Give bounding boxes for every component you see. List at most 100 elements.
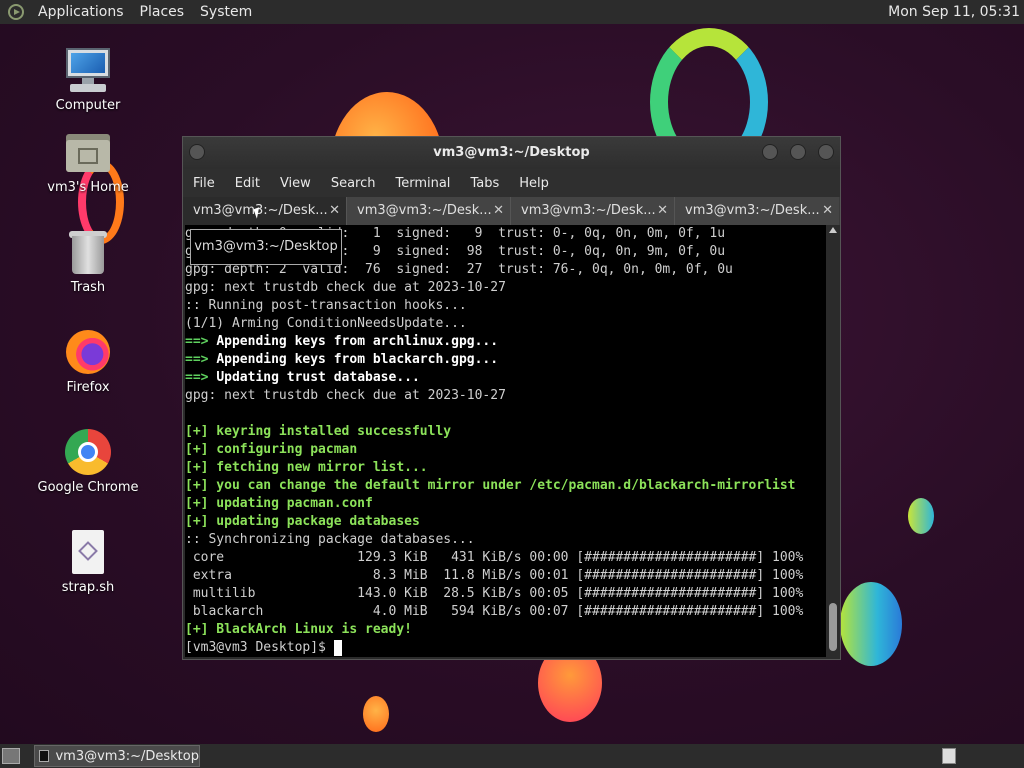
window-menu-button[interactable] [189,144,205,160]
line-text: [+] configuring pacman [185,442,358,457]
terminal-scrollbar[interactable] [826,225,840,657]
terminal-tab-1[interactable]: vm3@vm3:~/Desk... ✕ [183,197,347,225]
line-text: [+] fetching new mirror list... [185,460,428,475]
line-text: [+] updating pacman.conf [185,496,373,511]
terminal-line: [vm3@vm3 Desktop]$ [185,639,826,657]
wallpaper-small-blob [363,696,389,732]
line-text: Updating trust database... [216,370,420,385]
workspace-switcher[interactable] [942,748,956,764]
trash-icon [64,228,112,276]
desktop-icon-trash[interactable]: Trash [33,228,143,295]
line-text: [+] keyring installed successfully [185,424,452,439]
menu-applications[interactable]: Applications [30,0,132,24]
top-panel: Applications Places System Mon Sep 11, 0… [0,0,1024,24]
desktop-icon-strap[interactable]: strap.sh [33,528,143,595]
menu-search[interactable]: Search [321,176,386,191]
panel-clock[interactable]: Mon Sep 11, 05:31 [888,4,1024,20]
terminal-line: [+] BlackArch Linux is ready! [185,621,826,639]
menu-edit[interactable]: Edit [225,176,270,191]
scrollbar-thumb[interactable] [829,603,837,651]
tab-tooltip: vm3@vm3:~/Desktop [190,229,342,265]
menu-places[interactable]: Places [132,0,193,24]
script-file-icon [64,528,112,576]
tab-label: vm3@vm3:~/Desk... [357,203,492,218]
close-button[interactable] [818,144,834,160]
firefox-icon [64,328,112,376]
menu-view[interactable]: View [270,176,321,191]
terminal-line: [+] keyring installed successfully [185,423,826,441]
window-titlebar[interactable]: vm3@vm3:~/Desktop [183,137,840,169]
terminal-menubar: File Edit View Search Terminal Tabs Help [183,169,840,197]
desktop-icon-computer[interactable]: Computer [33,46,143,113]
terminal-line: ==> Appending keys from archlinux.gpg... [185,333,826,351]
desktop-icon-firefox[interactable]: Firefox [33,328,143,395]
terminal-line: [+] updating package databases [185,513,826,531]
line-text: :: Running post-transaction hooks... [185,298,467,313]
terminal-line: [+] fetching new mirror list... [185,459,826,477]
terminal-line: [+] configuring pacman [185,441,826,459]
shell-prompt: [vm3@vm3 Desktop]$ [185,640,334,655]
wallpaper-right-blob-small [908,498,934,534]
menu-system[interactable]: System [192,0,260,24]
terminal-line: blackarch 4.0 MiB 594 KiB/s 00:07 [#####… [185,603,826,621]
text-cursor [333,639,342,656]
terminal-window: vm3@vm3:~/Desktop File Edit View Search … [182,136,841,660]
desktop-icon-chrome[interactable]: Google Chrome [33,428,143,495]
taskbar-label: vm3@vm3:~/Desktop [55,748,199,764]
line-text: Appending keys from blackarch.gpg... [216,352,499,367]
show-desktop-icon[interactable] [2,748,20,764]
menu-tabs[interactable]: Tabs [460,176,509,191]
arrow-prefix: ==> [185,352,217,367]
window-title: vm3@vm3:~/Desktop [433,145,590,160]
terminal-line: (1/1) Arming ConditionNeedsUpdate... [185,315,826,333]
menu-help[interactable]: Help [509,176,559,191]
chrome-icon [64,428,112,476]
minimize-button[interactable] [762,144,778,160]
line-text: :: Synchronizing package databases... [185,532,475,547]
tab-close-icon[interactable]: ✕ [822,197,833,225]
terminal-line: :: Synchronizing package databases... [185,531,826,549]
terminal-line: multilib 143.0 KiB 28.5 KiB/s 00:05 [###… [185,585,826,603]
terminal-icon [39,750,50,762]
desktop-icon-label: Trash [70,280,106,295]
line-text: (1/1) Arming ConditionNeedsUpdate... [185,316,467,331]
terminal-tab-4[interactable]: vm3@vm3:~/Desk... ✕ [675,197,839,225]
desktop-icon-label: vm3's Home [47,180,129,195]
terminal-line: core 129.3 KiB 431 KiB/s 00:00 [########… [185,549,826,567]
tab-close-icon[interactable]: ✕ [329,197,340,225]
terminal-output[interactable]: gpg: depth: 0 valid: 1 signed: 9 trust: … [185,225,826,657]
tab-close-icon[interactable]: ✕ [493,197,504,225]
computer-icon [64,46,112,94]
terminal-line: [+] you can change the default mirror un… [185,477,826,495]
taskbar-terminal-button[interactable]: vm3@vm3:~/Desktop [34,745,200,767]
line-text: extra 8.3 MiB 11.8 MiB/s 00:01 [########… [185,568,804,583]
wallpaper-right-blob-large [840,582,902,666]
line-text: [+] updating package databases [185,514,420,529]
line-text: [+] you can change the default mirror un… [185,478,796,493]
scroll-up-icon[interactable] [829,227,837,233]
terminal-line: extra 8.3 MiB 11.8 MiB/s 00:01 [########… [185,567,826,585]
line-text: core 129.3 KiB 431 KiB/s 00:00 [########… [185,550,804,565]
desktop-icon-label: Computer [55,98,121,113]
desktop-icon-label: Firefox [66,380,110,395]
desktop-icon-home[interactable]: vm3's Home [33,128,143,195]
arrow-prefix: ==> [185,370,217,385]
bottom-panel: vm3@vm3:~/Desktop [0,744,1024,768]
line-text: gpg: next trustdb check due at 2023-10-2… [185,280,506,295]
terminal-tab-3[interactable]: vm3@vm3:~/Desk... ✕ [511,197,675,225]
terminal-tab-2[interactable]: vm3@vm3:~/Desk... ✕ [347,197,511,225]
terminal-line: gpg: next trustdb check due at 2023-10-2… [185,387,826,405]
desktop-icon-label: strap.sh [61,580,115,595]
tab-label: vm3@vm3:~/Desk... [685,203,820,218]
terminal-line: :: Running post-transaction hooks... [185,297,826,315]
terminal-line: ==> Updating trust database... [185,369,826,387]
terminal-line: ==> Appending keys from blackarch.gpg... [185,351,826,369]
maximize-button[interactable] [790,144,806,160]
distro-logo-icon[interactable] [8,4,24,20]
menu-terminal[interactable]: Terminal [385,176,460,191]
menu-file[interactable]: File [183,176,225,191]
line-text: multilib 143.0 KiB 28.5 KiB/s 00:05 [###… [185,586,804,601]
line-text: [+] BlackArch Linux is ready! [185,622,412,637]
tab-close-icon[interactable]: ✕ [657,197,668,225]
arrow-prefix: ==> [185,334,217,349]
